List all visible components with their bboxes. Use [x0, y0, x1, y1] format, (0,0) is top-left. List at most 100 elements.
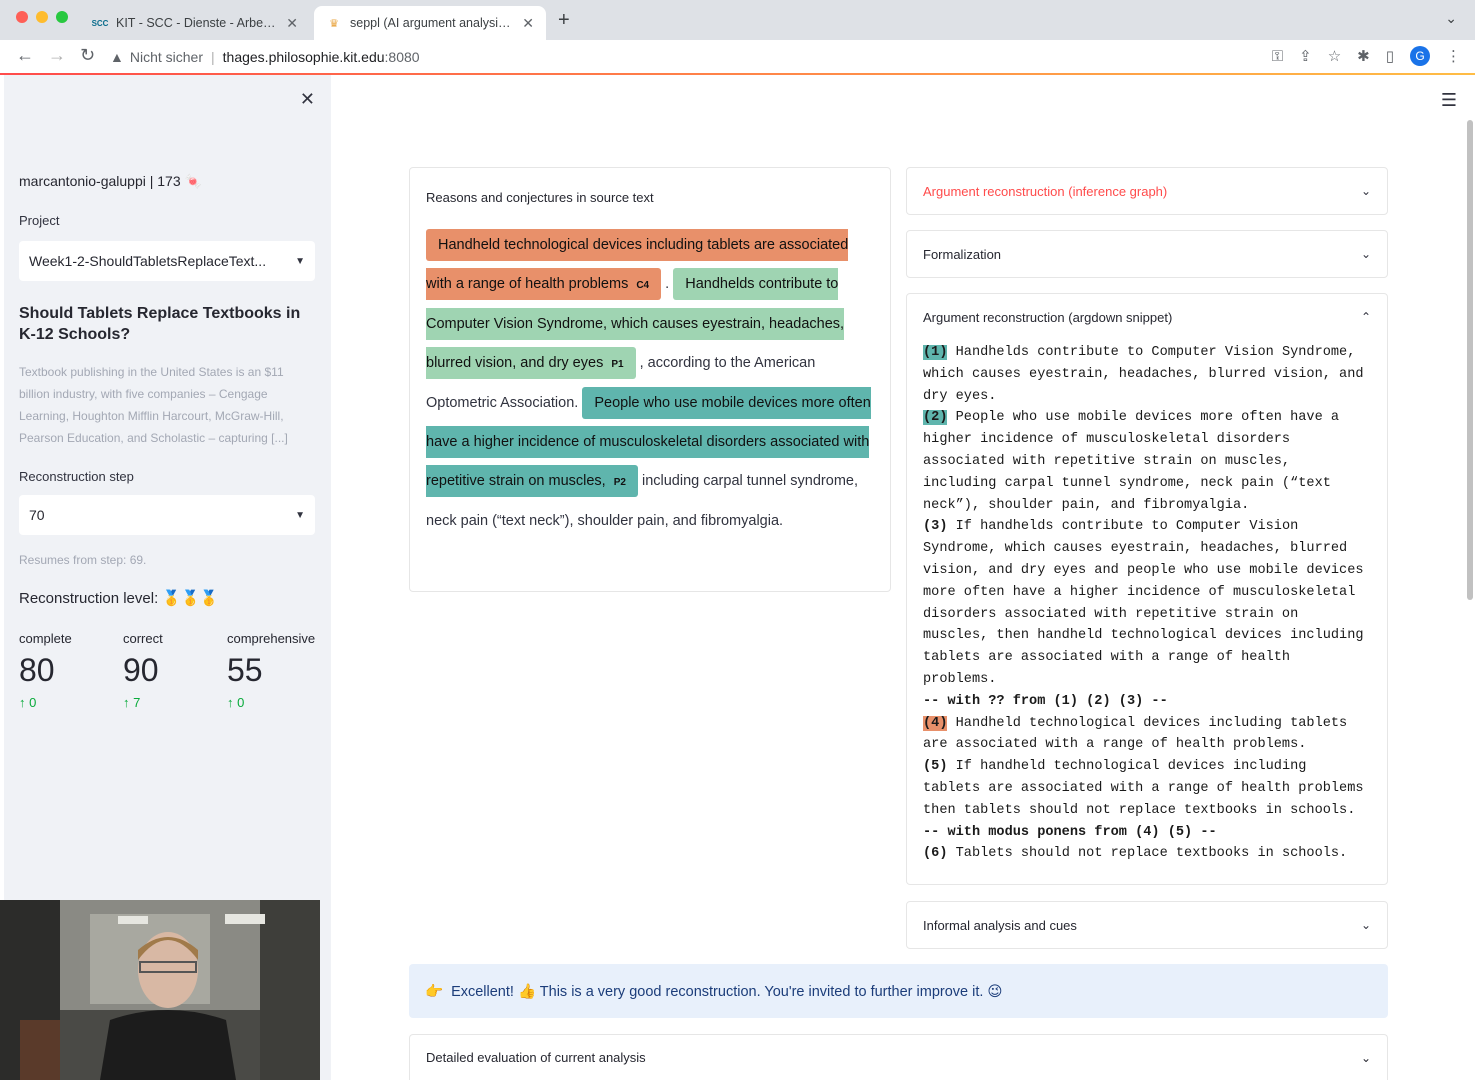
user-info: marcantonio-galuppi | 173 🍬 [19, 173, 202, 189]
address-bar[interactable]: ▲ Nicht sicher | thages.philosophie.kit.… [110, 44, 1230, 70]
argdown-line: (1) Handhelds contribute to Computer Vis… [923, 342, 1371, 407]
new-tab-icon[interactable]: + [558, 9, 570, 32]
more-menu-icon[interactable]: ⋮ [1446, 47, 1461, 65]
project-select[interactable]: Week1-2-ShouldTabletsReplaceText... ▼ [19, 241, 315, 281]
line-number: (6) [923, 846, 948, 862]
argdown-line: (4) Handheld technological devices inclu… [923, 713, 1371, 757]
metric-correct: correct 90 ↑ 7 [123, 631, 163, 710]
expander-title: Informal analysis and cues [923, 917, 1077, 933]
chevron-down-icon[interactable]: ⌄ [1361, 184, 1371, 198]
caret-down-icon: ▼ [295, 509, 305, 521]
chevron-down-icon[interactable]: ⌄ [1361, 247, 1371, 261]
line-number: (5) [923, 759, 948, 775]
url-separator: | [211, 49, 215, 65]
argdown-line: (3) If handhelds contribute to Computer … [923, 516, 1371, 690]
tab-title: KIT - SCC - Dienste - Arbeitsum [116, 16, 279, 30]
page-scrollbar[interactable] [1467, 120, 1473, 600]
project-label: Project [19, 213, 60, 228]
inference-graph-expander[interactable]: Argument reconstruction (inference graph… [906, 167, 1388, 215]
crown-favicon-icon: ♛ [329, 17, 339, 30]
caret-down-icon: ▼ [295, 255, 305, 267]
line-text: If handheld technological devices includ… [923, 759, 1364, 818]
line-number: (2) [923, 410, 948, 426]
bookmark-star-icon[interactable]: ☆ [1328, 47, 1341, 65]
expander-title: Argument reconstruction (inference graph… [923, 183, 1168, 199]
line-number: (4) [923, 715, 948, 731]
metric-comprehensive: comprehensive 55 ↑ 0 [227, 631, 315, 710]
alert-text: Excellent! 👍 This is a very good reconst… [451, 983, 1003, 1000]
browser-toolbar: ← → ↻ ▲ Nicht sicher | thages.philosophi… [0, 40, 1475, 74]
source-text-heading: Reasons and conjectures in source text [426, 190, 654, 205]
argdown-line: (5) If handheld technological devices in… [923, 756, 1371, 821]
key-icon[interactable]: ⚿ [1272, 48, 1283, 65]
metric-label: complete [19, 631, 72, 646]
toolbar-icons: ⚿ ⇪ ☆ ✱ ▯ G ⋮ [1272, 46, 1461, 66]
line-text: Handheld technological devices including… [923, 715, 1348, 753]
argdown-code: (1) Handhelds contribute to Computer Vis… [907, 340, 1387, 881]
metric-value: 80 [19, 652, 55, 688]
source-text-panel: Reasons and conjectures in source text H… [409, 167, 891, 592]
tab-search-chevron-icon[interactable]: ⌄ [1445, 10, 1457, 27]
metric-delta: ↑ 0 [19, 695, 37, 710]
step-label: Reconstruction step [19, 469, 134, 484]
informal-analysis-expander[interactable]: Informal analysis and cues ⌄ [906, 901, 1388, 949]
extensions-puzzle-icon[interactable]: ✱ [1357, 47, 1370, 65]
webcam-overlay [0, 900, 320, 1080]
success-alert: 👉 Excellent! 👍 This is a very good recon… [409, 964, 1388, 1018]
browser-tab-strip: SCC KIT - SCC - Dienste - Arbeitsum ✕ ♛ … [0, 0, 1475, 40]
metric-label: correct [123, 631, 163, 646]
tab-kit-scc[interactable]: SCC KIT - SCC - Dienste - Arbeitsum ✕ [80, 6, 310, 40]
line-text: If handhelds contribute to Computer Visi… [923, 519, 1364, 687]
premise-2-tag: P2 [613, 477, 626, 488]
close-sidebar-icon[interactable]: ✕ [300, 89, 315, 110]
chevron-down-icon[interactable]: ⌄ [1361, 918, 1371, 932]
chevron-down-icon[interactable]: ⌄ [1361, 1051, 1371, 1065]
project-select-value: Week1-2-ShouldTabletsReplaceText... [29, 253, 267, 269]
argdown-expander[interactable]: Argument reconstruction (argdown snippet… [906, 293, 1388, 885]
close-tab-icon[interactable]: ✕ [286, 15, 298, 32]
premise-1-tag: P1 [611, 359, 624, 370]
reconstruction-level: Reconstruction level: 🥇🥇🥇 [19, 590, 219, 607]
chevron-up-icon[interactable]: ⌃ [1361, 310, 1371, 324]
expander-title: Formalization [923, 246, 1002, 262]
close-tab-icon[interactable]: ✕ [522, 15, 534, 32]
url-port: :8080 [384, 49, 420, 65]
expander-title: Argument reconstruction (argdown snippet… [923, 309, 1173, 325]
tab-title: seppl (AI argument analysis tut [350, 16, 515, 30]
metric-value: 90 [123, 652, 159, 688]
metric-label: comprehensive [227, 631, 316, 646]
metric-delta: ↑ 7 [123, 695, 141, 710]
line-number: (1) [923, 345, 948, 360]
step-select-value: 70 [29, 507, 45, 523]
main-menu-icon[interactable]: ☰ [1441, 90, 1457, 111]
side-panel-icon[interactable]: ▯ [1386, 47, 1394, 65]
warning-triangle-icon: ▲ [110, 49, 124, 65]
maximize-window-button[interactable] [56, 11, 68, 23]
evaluation-expander[interactable]: Detailed evaluation of current analysis … [409, 1034, 1388, 1080]
close-window-button[interactable] [16, 11, 28, 23]
metric-complete: complete 80 ↑ 0 [19, 631, 72, 710]
argdown-line: (2) People who use mobile devices more o… [923, 407, 1371, 516]
reload-icon[interactable]: ↻ [80, 45, 95, 66]
conclusion-tag: C4 [636, 280, 650, 291]
argdown-line: (6) Tablets should not replace textbooks… [923, 843, 1371, 865]
resume-info: Resumes from step: 69. [19, 553, 147, 567]
forward-arrow-icon[interactable]: → [48, 45, 66, 66]
formalization-expander[interactable]: Formalization ⌄ [906, 230, 1388, 278]
webcam-video-image [0, 900, 320, 1080]
project-title: Should Tablets Replace Textbooks in K-12… [19, 305, 301, 343]
inference-line: -- with modus ponens from (4) (5) -- [923, 824, 1217, 840]
profile-avatar[interactable]: G [1410, 46, 1430, 66]
line-text: Handhelds contribute to Computer Vision … [923, 345, 1364, 404]
back-arrow-icon[interactable]: ← [16, 45, 34, 66]
url-host: thages.philosophie.kit.edu [222, 49, 385, 65]
step-select[interactable]: 70 ▼ [19, 495, 315, 535]
plain-text: . [661, 276, 670, 292]
expander-title: Detailed evaluation of current analysis [426, 1050, 646, 1065]
source-text-body: Handheld technological devices including… [426, 226, 876, 541]
minimize-window-button[interactable] [36, 11, 48, 23]
line-text: Tablets should not replace textbooks in … [947, 846, 1348, 862]
tab-seppl[interactable]: ♛ seppl (AI argument analysis tut ✕ [314, 6, 546, 40]
share-icon[interactable]: ⇪ [1299, 47, 1312, 65]
inference-line: -- with ?? from (1) (2) (3) -- [923, 693, 1168, 709]
